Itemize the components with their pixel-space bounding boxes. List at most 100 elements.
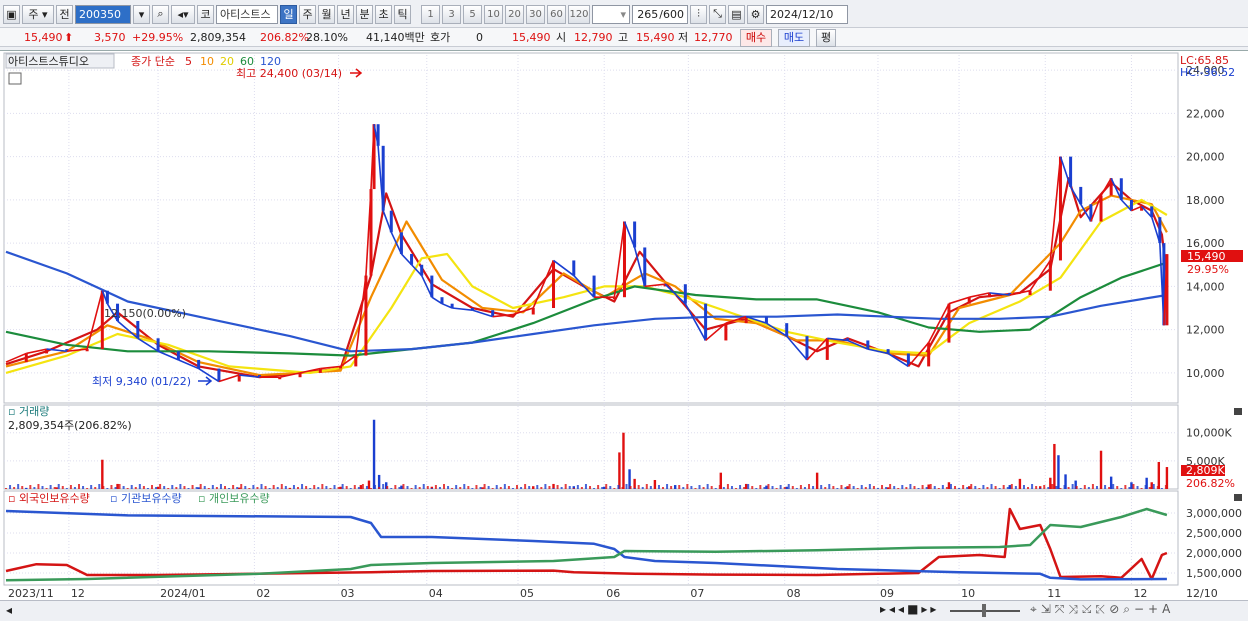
volume-bar xyxy=(138,484,141,489)
current-price: 15,490 xyxy=(24,31,63,44)
volume-bar xyxy=(45,488,48,489)
volume-bar xyxy=(434,485,437,489)
bottom-scrollbar[interactable]: ◂ ▸◂◂■▸▸ ⌖⇲⤧⤨⤩⤪⊘⌕−+A xyxy=(0,600,1248,621)
playback-controls-icon[interactable]: ▸◂◂■▸▸ xyxy=(880,602,939,616)
interval-select[interactable]: ▾ xyxy=(592,4,630,24)
stock-code-input[interactable]: 200350 xyxy=(75,4,131,24)
volume-bar xyxy=(621,487,624,489)
chart-area[interactable]: 10,000 12,000 14,000 16,000 18,000 20,000 22,0… xyxy=(0,50,1248,601)
stock-name-label: 아티스트스튜디오 xyxy=(8,55,89,68)
minute-option[interactable]: 3 xyxy=(442,4,461,24)
volume-bar xyxy=(893,486,896,489)
price-change: 3,570 xyxy=(94,31,126,44)
tab-second[interactable]: 초 xyxy=(375,4,392,24)
minute-option[interactable]: 120 xyxy=(568,4,590,24)
volume-bar xyxy=(438,487,441,489)
volume-bar xyxy=(1010,484,1013,489)
candle-body xyxy=(491,310,495,317)
chart-svg[interactable]: 10,000 12,000 14,000 16,000 18,000 20,000 22,0… xyxy=(0,51,1248,602)
tool-icons[interactable]: ⌖⇲⤧⤨⤩⤪⊘⌕−+A xyxy=(1030,602,1174,617)
stock-name-field[interactable]: 아티스트스 xyxy=(216,4,278,24)
volume-bar xyxy=(958,488,961,489)
minute-option[interactable]: 1 xyxy=(421,4,440,24)
tab-year[interactable]: 년 xyxy=(337,4,354,24)
volume-close-icon[interactable] xyxy=(1234,408,1242,415)
search-icon[interactable]: ⌕ xyxy=(152,4,169,24)
volume-bar xyxy=(163,486,166,489)
tab-week[interactable]: 주 xyxy=(299,4,316,24)
volume-panel xyxy=(3,404,1179,490)
minute-option[interactable]: 30 xyxy=(526,4,545,24)
volume-bar xyxy=(1057,455,1060,489)
volume-bar xyxy=(313,485,316,489)
scroll-left-icon[interactable]: ◂ xyxy=(6,603,12,617)
volume-bar xyxy=(945,487,948,489)
candle-body xyxy=(440,297,444,304)
chevron-down-icon[interactable]: ▾ xyxy=(133,4,150,24)
holding-tick-label: 3,000,000 xyxy=(1186,507,1242,520)
volume-bar xyxy=(183,486,186,489)
tab-minute[interactable]: 분 xyxy=(356,4,373,24)
table-icon[interactable] xyxy=(8,72,22,85)
minute-option[interactable]: 20 xyxy=(505,4,524,24)
volume-bar xyxy=(982,485,985,489)
prev-button[interactable]: 전 xyxy=(56,4,73,24)
speaker-icon[interactable]: ◂▾ xyxy=(171,4,195,24)
save-icon[interactable]: ▤ xyxy=(728,4,745,24)
volume-bar xyxy=(1008,485,1011,489)
market-select[interactable]: 주 ▾ xyxy=(22,4,54,24)
volume-bar xyxy=(1130,482,1133,489)
sell-button[interactable]: 매도 xyxy=(778,29,810,47)
candle-body xyxy=(389,210,393,233)
volume-bar xyxy=(73,487,76,489)
volume-bar xyxy=(17,484,20,489)
buy-button[interactable]: 매수 xyxy=(740,29,772,47)
volume-bar xyxy=(868,484,871,489)
volume-bar xyxy=(367,480,371,489)
candle-icon[interactable]: ⫶ xyxy=(690,4,707,24)
volume-bar xyxy=(301,484,304,489)
volume-bar xyxy=(787,484,790,489)
candle-body xyxy=(572,260,576,276)
gear-icon[interactable]: ⚙ xyxy=(747,4,764,24)
volume-bar xyxy=(702,487,705,489)
count-field[interactable]: 265/600 xyxy=(632,4,688,24)
minute-option[interactable]: 10 xyxy=(484,4,503,24)
tab-tick[interactable]: 틱 xyxy=(394,4,411,24)
date-field[interactable]: 2024/12/10 xyxy=(766,4,848,24)
tab-month[interactable]: 월 xyxy=(318,4,335,24)
volume-bar xyxy=(815,472,819,489)
volume-bar xyxy=(649,486,652,489)
volume-bar xyxy=(1018,488,1021,489)
holding-tick-label: 2,500,000 xyxy=(1186,527,1242,540)
volume-bar xyxy=(785,486,788,489)
volume-bar xyxy=(53,487,56,489)
holding-close-icon[interactable] xyxy=(1234,494,1242,501)
volume-bar xyxy=(467,486,470,489)
crosshair-icon[interactable]: ⤡ xyxy=(709,4,726,24)
tab-day[interactable]: 일 xyxy=(280,4,297,24)
exchange-button[interactable]: 코 xyxy=(197,4,214,24)
volume-bar xyxy=(978,488,981,489)
eval-button[interactable]: 평 xyxy=(816,29,836,47)
volume-bar xyxy=(937,488,940,489)
volume-bar xyxy=(21,486,24,489)
volume-bar xyxy=(1055,486,1058,489)
zoom-slider-handle[interactable] xyxy=(982,604,986,617)
candle-body xyxy=(1119,178,1123,200)
volume-bar xyxy=(633,478,636,489)
volume-bar xyxy=(767,484,770,489)
minute-option[interactable]: 5 xyxy=(463,4,482,24)
volume-bar xyxy=(191,485,194,489)
minute-option[interactable]: 60 xyxy=(547,4,566,24)
candle-body xyxy=(430,275,434,298)
volume-bar xyxy=(909,484,912,489)
layout-icon[interactable]: ▣ xyxy=(3,4,20,24)
volume-bar xyxy=(325,486,328,489)
volume-bar xyxy=(706,484,709,489)
candle-body xyxy=(764,316,768,324)
volume-bar xyxy=(1100,488,1103,489)
volume-bar xyxy=(629,486,632,489)
volume-bar xyxy=(580,487,583,489)
volume-bar xyxy=(828,484,831,489)
